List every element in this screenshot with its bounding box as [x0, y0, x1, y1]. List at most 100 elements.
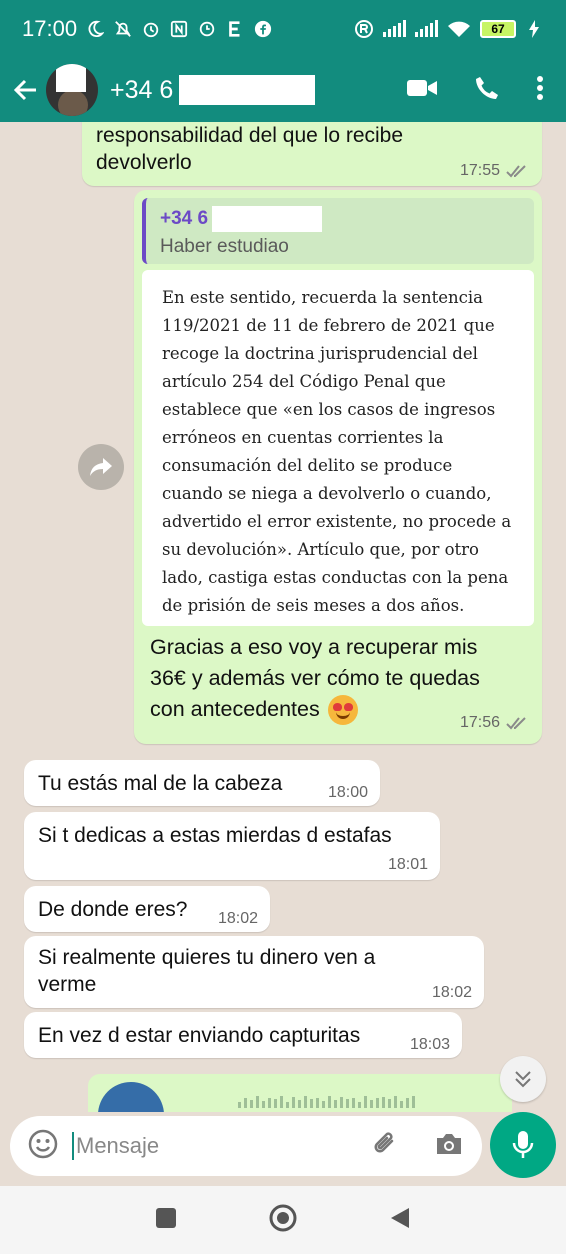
message-bubble-incoming[interactable]: Si realmente quieres tu dinero ven a ver… — [24, 936, 484, 1008]
message-bubble-outgoing[interactable]: +34 6 Haber estudiao En este sentido, re… — [134, 190, 542, 744]
input-placeholder: Mensaje — [76, 1133, 160, 1158]
doc-line: establece que «en los casos de ingresos — [162, 400, 496, 419]
screenshot-text-card[interactable]: En este sentido, recuerda la sentencia 1… — [142, 270, 534, 626]
doc-line: recoge la doctrina jurisprudencial del — [162, 344, 478, 363]
message-bubble-incoming[interactable]: Tu estás mal de la cabeza 18:00 — [24, 760, 380, 806]
doc-line: de prisión de seis meses a dos años. — [162, 596, 465, 615]
message-text: En vez d estar enviando capturitas — [38, 1024, 361, 1047]
recents-icon[interactable] — [155, 1207, 177, 1234]
home-icon[interactable] — [268, 1203, 298, 1238]
message-text: Gracias a eso voy a recuperar mis 36€ y … — [150, 632, 480, 725]
message-line: Si realmente quieres tu dinero ven a — [38, 946, 376, 969]
redaction-bar — [179, 75, 316, 105]
message-text: responsabilidad del que lo recibe devolv… — [96, 122, 403, 176]
doc-line: En este sentido, recuerda la sentencia — [162, 288, 483, 307]
message-time: 18:02 — [217, 910, 258, 927]
contact-number: +34 6 — [110, 75, 174, 104]
status-time: 17:00 — [22, 16, 78, 41]
doc-line: lado, castiga estas conductas con la pen… — [162, 568, 509, 587]
mic-icon — [512, 1131, 534, 1158]
forward-icon — [90, 458, 112, 476]
message-text: Si realmente quieres tu dinero ven a ver… — [38, 944, 375, 998]
registered-icon — [354, 19, 374, 39]
input-bar: Mensaje — [0, 1112, 566, 1186]
clock-icon — [197, 19, 217, 39]
message-time: 18:02 — [431, 984, 472, 1001]
attach-icon[interactable] — [370, 1129, 400, 1164]
doc-line: consumación del delito se produce — [162, 456, 453, 475]
voice-message-bubble[interactable] — [88, 1074, 512, 1112]
back-arrow-icon[interactable] — [12, 76, 40, 104]
status-right: 67 — [354, 19, 544, 39]
message-time: 17:56 — [460, 714, 528, 732]
double-tick-icon — [506, 717, 526, 730]
waveform — [238, 1096, 415, 1108]
message-input[interactable]: Mensaje — [10, 1116, 482, 1176]
battery-indicator: 67 — [480, 20, 516, 38]
message-line-with-emoji: con antecedentes — [150, 694, 480, 725]
voice-avatar — [98, 1082, 164, 1112]
mic-button[interactable] — [490, 1112, 556, 1178]
redaction-bar — [212, 206, 323, 232]
video-call-icon[interactable] — [406, 76, 438, 105]
time-label: 17:55 — [459, 162, 500, 179]
chat-area[interactable]: responsabilidad del que lo recibe devolv… — [0, 122, 566, 1112]
doc-line: 119/2021 de 11 de febrero de 2021 que — [162, 316, 495, 335]
header-actions — [406, 75, 554, 106]
redaction-box — [56, 64, 86, 92]
message-text: Si t dedicas a estas mierdas d estafas — [38, 824, 392, 847]
signal-icon — [382, 19, 406, 39]
camera-icon[interactable] — [434, 1131, 464, 1162]
message-bubble-incoming[interactable]: Si t dedicas a estas mierdas d estafas 1… — [24, 812, 440, 880]
doc-line: cuando se niega a devolverlo o cuando, — [162, 484, 492, 503]
back-nav-icon[interactable] — [389, 1206, 411, 1235]
contact-name[interactable]: +34 6 — [110, 75, 316, 105]
charging-icon — [524, 19, 544, 39]
double-chevron-down-icon — [515, 1071, 531, 1088]
nfc-icon — [169, 19, 189, 39]
quoted-message[interactable]: +34 6 Haber estudiao — [142, 198, 534, 264]
message-text: Tu estás mal de la cabeza — [38, 772, 283, 795]
doc-line: advertido el error existente, no procede… — [162, 512, 512, 531]
scroll-to-bottom-button[interactable] — [500, 1056, 546, 1102]
e-app-icon — [225, 19, 245, 39]
mute-bell-icon — [113, 19, 133, 39]
message-line: con antecedentes — [150, 697, 320, 721]
alarm-icon — [141, 19, 161, 39]
doc-line: su devolución». Artículo que, por otro — [162, 540, 479, 559]
forward-button[interactable] — [78, 444, 124, 490]
input-actions — [370, 1129, 464, 1164]
more-vert-icon[interactable] — [536, 75, 544, 106]
wifi-icon — [446, 19, 472, 39]
message-time: 18:01 — [387, 856, 428, 873]
doc-line: erróneos en cuentas corrientes la — [162, 428, 444, 447]
text-cursor — [72, 1132, 74, 1160]
message-bubble-incoming[interactable]: De donde eres? 18:02 — [24, 886, 270, 932]
emoji-icon[interactable] — [28, 1129, 58, 1164]
avatar-photo — [58, 90, 88, 116]
status-left: 17:00 — [22, 16, 273, 42]
quote-author: +34 6 — [160, 206, 520, 232]
double-tick-icon — [506, 165, 526, 178]
message-time: 17:55 — [460, 162, 528, 180]
heart-eyes-emoji-icon — [327, 694, 358, 725]
message-line: Gracias a eso voy a recuperar mis — [150, 635, 478, 659]
time-label: 17:56 — [459, 714, 500, 731]
message-time: 18:00 — [327, 784, 368, 801]
doc-line: artículo 254 del Código Penal que — [162, 372, 446, 391]
facebook-icon — [253, 19, 273, 39]
quote-text: Haber estudiao — [160, 236, 289, 257]
document-text: En este sentido, recuerda la sentencia 1… — [162, 284, 514, 620]
message-line: verme — [38, 973, 97, 996]
message-time: 18:03 — [409, 1036, 450, 1053]
phone-icon[interactable] — [474, 75, 500, 106]
message-line: responsabilidad del que lo recibe — [96, 124, 404, 147]
message-line: 36€ y además ver cómo te quedas — [150, 666, 480, 690]
message-bubble-incoming[interactable]: En vez d estar enviando capturitas 18:03 — [24, 1012, 462, 1058]
message-bubble-outgoing[interactable]: responsabilidad del que lo recibe devolv… — [82, 122, 542, 186]
chat-header: +34 6 — [0, 58, 566, 122]
system-nav-bar — [0, 1186, 566, 1254]
message-line: devolverlo — [96, 151, 192, 174]
avatar[interactable] — [46, 64, 98, 116]
status-bar: 17:00 67 — [0, 0, 566, 58]
